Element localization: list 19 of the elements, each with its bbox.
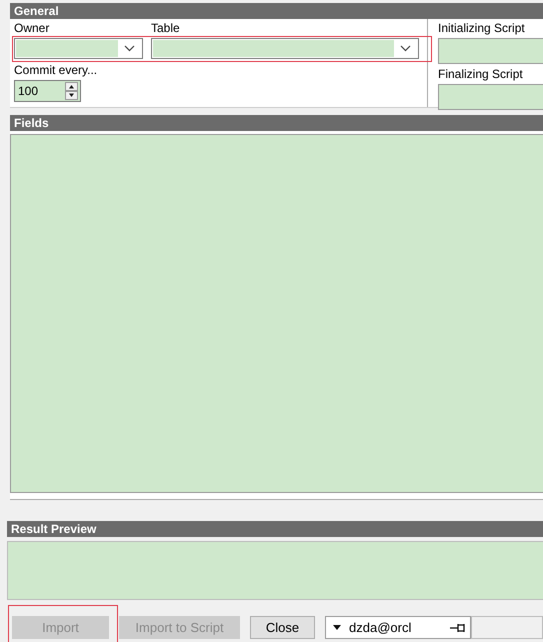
section-header: Fields — [10, 115, 543, 131]
field-label: Initializing Script — [438, 22, 525, 35]
close-button[interactable]: Close — [250, 616, 315, 639]
connection-dropdown[interactable]: dzda@orcl — [325, 616, 471, 639]
dropdown[interactable] — [151, 38, 419, 59]
field-label: Table — [151, 22, 180, 35]
dropdown[interactable] — [14, 38, 143, 59]
chevron-down-icon — [124, 45, 135, 52]
number-spinner[interactable]: 100 — [14, 80, 81, 102]
field-label: Owner — [14, 22, 50, 35]
spin-arrows-icon[interactable] — [65, 82, 78, 100]
fields-grid[interactable] — [10, 134, 543, 493]
field-label: Finalizing Script — [438, 68, 523, 81]
chevron-down-icon — [400, 45, 411, 52]
field-label: Commit every... — [14, 64, 98, 77]
pin-icon[interactable] — [450, 622, 466, 632]
section-header: Result Preview — [7, 521, 543, 537]
section-header: General — [10, 3, 543, 19]
dropdown-triangle-icon — [333, 625, 341, 630]
